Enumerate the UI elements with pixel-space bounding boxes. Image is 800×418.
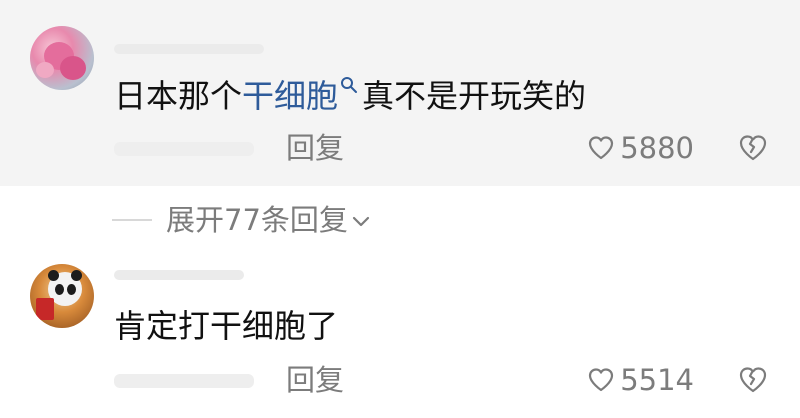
like-count: 5514 [620, 363, 694, 397]
reply-button[interactable]: 回复 [286, 128, 344, 168]
comment-text: 肯定打干细胞了 [114, 307, 339, 345]
like-button[interactable]: 5514 [588, 360, 694, 400]
search-term-link[interactable]: 干细胞 [242, 77, 338, 115]
avatar-detail [48, 270, 59, 281]
comment-card: 日本那个干细胞 真不是开玩笑的 回复 5880 [0, 0, 800, 186]
timestamp-placeholder [114, 374, 254, 388]
timestamp-placeholder [114, 142, 254, 156]
comment-text: 日本那个干细胞 真不是开玩笑的 [114, 76, 586, 116]
heart-icon [589, 136, 614, 160]
expand-replies-label: 展开77条回复 [166, 203, 348, 237]
like-button[interactable]: 5880 [588, 128, 694, 168]
divider [112, 219, 152, 221]
avatar-detail [67, 284, 76, 295]
avatar-detail [71, 270, 82, 281]
expand-replies-button[interactable]: 展开77条回复 [112, 200, 370, 240]
reply-button[interactable]: 回复 [286, 360, 344, 400]
chevron-down-icon [352, 216, 370, 227]
like-count: 5880 [620, 131, 694, 165]
search-icon[interactable] [340, 76, 358, 94]
heart-icon [589, 368, 614, 392]
broken-heart-icon[interactable] [738, 366, 768, 394]
avatar-badge [36, 298, 54, 320]
comment-card: 肯定打干细胞了 回复 5514 [0, 250, 800, 418]
comment-actions: 回复 5514 [0, 360, 800, 400]
avatar-detail [55, 284, 64, 295]
avatar[interactable] [30, 264, 94, 328]
username-placeholder [114, 44, 264, 54]
comment-actions: 回复 5880 [0, 128, 800, 168]
comment-text-before: 日本那个 [114, 77, 243, 115]
avatar[interactable] [30, 26, 94, 90]
comment-text-after: 真不是开玩笑的 [362, 77, 587, 115]
broken-heart-icon[interactable] [738, 134, 768, 162]
username-placeholder [114, 270, 244, 280]
